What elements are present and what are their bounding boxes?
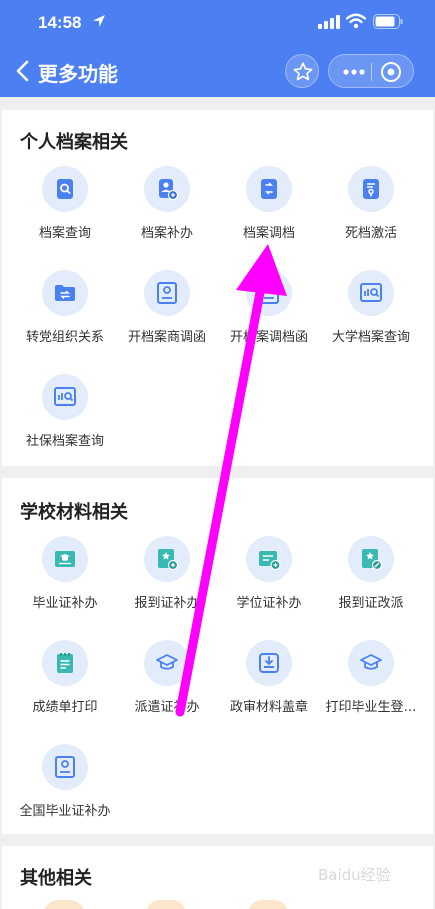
item-label: 档案查询	[38, 226, 91, 241]
degree-card-icon	[259, 551, 281, 571]
portrait-doc-icon	[55, 756, 75, 778]
graduation-cap-icon	[156, 654, 178, 670]
status-time: 14:58	[38, 13, 82, 32]
grid-item-dispatch-reissue[interactable]: 派遣证补办	[116, 640, 218, 730]
location-arrow-icon	[93, 15, 105, 27]
grid-item-file-query[interactable]: 档案查询	[14, 166, 116, 256]
watermark: Baidu经验	[318, 866, 391, 884]
item-label: 死档激活	[344, 226, 397, 241]
grid-item-transfer-letter[interactable]: 开档案调档函	[218, 270, 320, 360]
search-doc-icon	[57, 179, 73, 199]
grid-item-diploma-reissue[interactable]: 毕业证补办	[14, 536, 116, 626]
file-reissue-icon-bg	[144, 166, 190, 212]
page-title: 更多功能	[38, 62, 118, 86]
item-label: 转党组织关系	[25, 330, 104, 345]
dispatch-reissue-icon-bg	[144, 640, 190, 686]
grid-item-file-transfer[interactable]: 档案调档	[218, 166, 320, 256]
nav-bar: 更多功能	[0, 48, 435, 94]
grid-item-report-card-reassign[interactable]: 报到证改派	[320, 536, 422, 626]
national-diploma-reissue-icon-bg	[42, 744, 88, 790]
item-label: 大学档案查询	[331, 330, 410, 345]
section-school-materials: 学校材料相关 毕业证补办 报到证补办 学位证补办 报到证改派 成绩单打印 派遣证…	[2, 478, 433, 834]
dead-file-activate-icon-bg	[348, 166, 394, 212]
transcript-icon	[57, 653, 73, 673]
report-card-reassign-icon-bg	[348, 536, 394, 582]
portrait-doc-icon	[259, 282, 279, 304]
file-transfer-icon-bg	[246, 166, 292, 212]
item-label: 成绩单打印	[32, 700, 98, 715]
grid-item-university-file-query[interactable]: 大学档案查询	[320, 270, 422, 360]
star-icon	[293, 62, 313, 81]
grid-item-transcript-print[interactable]: 成绩单打印	[14, 640, 116, 730]
favorite-button[interactable]	[285, 54, 319, 88]
graduation-card-icon	[55, 551, 75, 567]
section-personal-files: 个人档案相关 档案查询 档案补办 档案调档 死档激活 转党组织关系 开档案商调函…	[2, 110, 433, 466]
item-label: 社保档案查询	[25, 434, 104, 449]
battery-icon	[373, 14, 403, 29]
cellular-signal-icon	[318, 15, 340, 29]
folder-transfer-icon	[55, 285, 75, 301]
grid-item-degree-reissue[interactable]: 学位证补办	[218, 536, 320, 626]
transcript-print-icon-bg	[42, 640, 88, 686]
grid-item-dead-file-activate[interactable]: 死档激活	[320, 166, 422, 256]
transfer-letter-icon-bg	[246, 270, 292, 316]
section-title: 其他相关	[20, 868, 92, 889]
header-bar: 14:58 更多功能	[0, 0, 435, 97]
section-title: 个人档案相关	[20, 132, 128, 153]
more-dots-icon[interactable]	[341, 64, 367, 80]
item-label: 派遣证补办	[134, 700, 200, 715]
print-graduate-registration-icon-bg	[348, 640, 394, 686]
party-transfer-icon-bg	[42, 270, 88, 316]
stamp-icon	[259, 653, 279, 673]
degree-reissue-icon-bg	[246, 536, 292, 582]
item-label: 学位证补办	[236, 596, 302, 611]
grid-item-report-card-reissue[interactable]: 报到证补办	[116, 536, 218, 626]
graduation-cap-icon	[360, 654, 382, 670]
transfer-doc-icon	[261, 179, 277, 199]
political-review-stamp-icon-bg	[246, 640, 292, 686]
item-label: 开档案调档函	[229, 330, 308, 345]
back-chevron-icon[interactable]	[14, 60, 32, 82]
report-card-reissue-icon-bg	[144, 536, 190, 582]
item-label: 毕业证补办	[32, 596, 98, 611]
grid-item-inquiry-letter[interactable]: 开档案商调函	[116, 270, 218, 360]
section-title: 学校材料相关	[20, 502, 128, 523]
status-bar: 14:58	[0, 0, 435, 44]
item-label: 档案调档	[242, 226, 295, 241]
chart-search-icon	[54, 387, 76, 406]
wifi-icon	[346, 13, 366, 29]
grid-item-national-diploma-reissue[interactable]: 全国毕业证补办	[14, 744, 116, 834]
item-label: 报到证改派	[338, 596, 404, 611]
star-edit-card-icon	[362, 549, 383, 571]
file-query-icon-bg	[42, 166, 88, 212]
portrait-doc-icon	[157, 282, 177, 304]
inquiry-letter-icon-bg	[144, 270, 190, 316]
capsule-divider	[371, 63, 372, 81]
grid-item-party-transfer[interactable]: 转党组织关系	[14, 270, 116, 360]
grid-item-political-review-stamp[interactable]: 政审材料盖章	[218, 640, 320, 730]
grid-item-file-reissue[interactable]: 档案补办	[116, 166, 218, 256]
social-security-file-query-icon-bg	[42, 374, 88, 420]
miniprogram-capsule	[328, 54, 414, 88]
close-circle-icon[interactable]	[380, 61, 402, 83]
item-label: 报到证补办	[134, 596, 200, 611]
star-card-icon	[158, 549, 179, 571]
grid-item-social-security-file-query[interactable]: 社保档案查询	[14, 374, 116, 464]
grid-item-print-graduate-registration[interactable]: 打印毕业生登…	[320, 640, 422, 730]
diploma-reissue-icon-bg	[42, 536, 88, 582]
item-label: 全国毕业证补办	[19, 804, 111, 819]
item-label: 档案补办	[140, 226, 193, 241]
item-label: 政审材料盖章	[229, 700, 308, 715]
item-label: 打印毕业生登…	[325, 700, 417, 715]
key-doc-icon	[363, 179, 379, 199]
person-doc-icon	[159, 179, 179, 201]
item-label: 开档案商调函	[127, 330, 206, 345]
university-file-query-icon-bg	[348, 270, 394, 316]
chart-search-icon	[360, 283, 382, 302]
